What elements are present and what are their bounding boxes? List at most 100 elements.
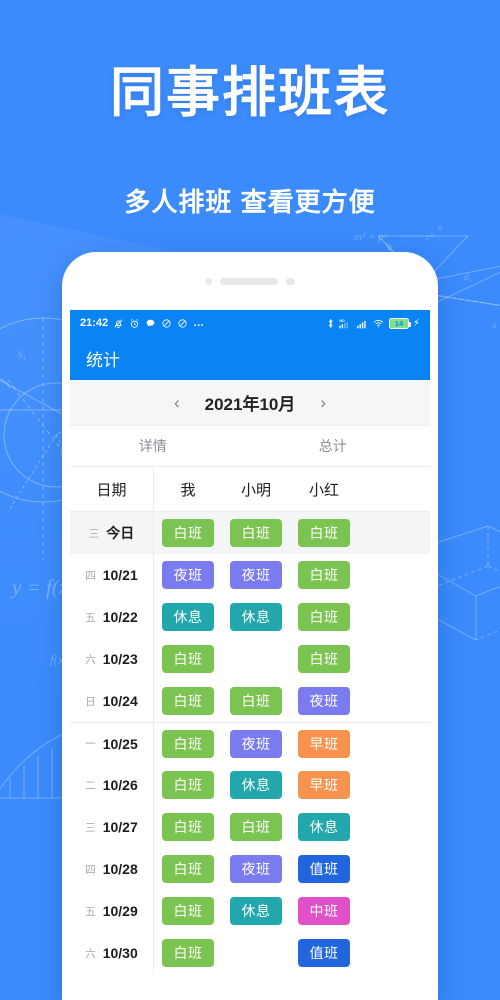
svg-text:HD: HD — [339, 319, 345, 323]
shift-badge[interactable]: 夜班 — [230, 561, 282, 589]
table-row[interactable]: 一 10/25 白班 夜班 早班 — [70, 722, 430, 764]
table-row[interactable]: 五 10/29 白班 休息 中班 — [70, 890, 430, 932]
shift-badge[interactable]: 白班 — [162, 645, 214, 673]
cell-shift[interactable]: 值班 — [290, 855, 358, 883]
table-header: 日期 我 小明 小红 — [70, 466, 430, 512]
table-row[interactable]: 六 10/23 白班 白班 — [70, 638, 430, 680]
shift-badge[interactable]: 夜班 — [230, 855, 282, 883]
shift-badge[interactable]: 白班 — [162, 729, 214, 758]
cell-shift[interactable]: 夜班 — [154, 561, 222, 589]
cell-shift[interactable]: 白班 — [154, 645, 222, 673]
shift-badge[interactable]: 白班 — [298, 561, 350, 589]
table-row[interactable]: 三 10/27 白班 白班 休息 — [70, 806, 430, 848]
cell-shift[interactable]: 白班 — [154, 897, 222, 925]
cell-shift[interactable]: 白班 — [290, 603, 358, 631]
shift-badge[interactable]: 休息 — [230, 771, 282, 799]
weekday-label: 四 — [85, 569, 96, 582]
no-entry-icon — [177, 318, 188, 329]
cell-shift[interactable]: 夜班 — [222, 855, 290, 883]
shift-badge[interactable]: 白班 — [298, 645, 350, 673]
cell-shift[interactable]: 白班 — [154, 813, 222, 841]
shift-badge[interactable]: 白班 — [162, 939, 214, 967]
cell-shift[interactable]: 白班 — [154, 855, 222, 883]
shift-badge[interactable]: 白班 — [298, 519, 350, 547]
cell-shift[interactable]: 白班 — [222, 519, 290, 547]
status-time: 21:42 — [80, 317, 109, 329]
shift-badge[interactable]: 夜班 — [230, 729, 282, 758]
cell-shift[interactable]: 夜班 — [222, 561, 290, 589]
cell-date: 六 10/23 — [70, 638, 154, 680]
shift-badge[interactable]: 白班 — [162, 519, 214, 547]
table-row[interactable]: 四 10/21 夜班 夜班 白班 — [70, 554, 430, 596]
tab-total[interactable]: 总计 — [236, 436, 430, 456]
shift-badge-empty — [230, 645, 282, 673]
cell-shift[interactable]: 休息 — [154, 603, 222, 631]
cell-shift[interactable]: 早班 — [290, 771, 358, 799]
shift-badge[interactable]: 白班 — [162, 813, 214, 841]
cell-shift[interactable]: 中班 — [290, 897, 358, 925]
cell-shift[interactable]: 休息 — [222, 771, 290, 799]
shift-badge[interactable]: 白班 — [162, 855, 214, 883]
table-row[interactable]: 五 10/22 休息 休息 白班 — [70, 596, 430, 638]
table-row[interactable]: 日 10/24 白班 白班 夜班 — [70, 680, 430, 722]
shift-badge[interactable]: 白班 — [162, 687, 214, 715]
shift-badge[interactable]: 白班 — [230, 519, 282, 547]
shift-badge[interactable]: 白班 — [230, 687, 282, 715]
date-label: 10/30 — [102, 945, 138, 961]
cell-shift[interactable] — [222, 939, 290, 967]
cell-shift[interactable]: 白班 — [154, 729, 222, 758]
no-entry-icon — [161, 318, 172, 329]
prev-month-button[interactable]: ‹ — [169, 391, 185, 415]
cell-shift[interactable]: 白班 — [290, 561, 358, 589]
cell-shift[interactable]: 休息 — [222, 897, 290, 925]
shift-badge[interactable]: 夜班 — [298, 687, 350, 715]
cell-shift[interactable]: 休息 — [222, 603, 290, 631]
cell-shift[interactable]: 值班 — [290, 939, 358, 967]
date-label: 10/23 — [102, 651, 138, 667]
page-subtitle: 多人排班 查看更方便 — [124, 187, 376, 217]
shift-badge[interactable]: 白班 — [298, 603, 350, 631]
shift-badge[interactable]: 休息 — [230, 603, 282, 631]
shift-badge[interactable]: 夜班 — [162, 561, 214, 589]
table-row[interactable]: 六 10/30 白班 值班 — [70, 932, 430, 974]
weekday-label: 一 — [85, 738, 96, 750]
cell-shift[interactable]: 夜班 — [290, 687, 358, 715]
cell-shift[interactable]: 白班 — [222, 813, 290, 841]
cell-shift[interactable]: 早班 — [290, 729, 358, 758]
svg-text:d₁: d₁ — [464, 272, 472, 282]
shift-badge[interactable]: 早班 — [298, 771, 350, 799]
svg-text:b: b — [388, 242, 393, 252]
cell-date: 二 10/26 — [70, 764, 154, 806]
cell-shift[interactable]: 白班 — [154, 939, 222, 967]
shift-badge[interactable]: 值班 — [298, 939, 350, 967]
table-row[interactable]: 二 10/26 白班 休息 早班 — [70, 764, 430, 806]
cell-shift[interactable] — [222, 645, 290, 673]
table-row[interactable]: 四 10/28 白班 夜班 值班 — [70, 848, 430, 890]
status-bar: 21:42 … HD 14 ⚡ — [70, 310, 430, 336]
shift-badge[interactable]: 值班 — [298, 855, 350, 883]
table-row[interactable]: 三今日 白班 白班 白班 — [70, 512, 430, 554]
cell-shift[interactable]: 白班 — [154, 771, 222, 799]
cell-shift[interactable]: 夜班 — [222, 729, 290, 758]
shift-badge[interactable]: 休息 — [230, 897, 282, 925]
next-month-button[interactable]: › — [315, 391, 331, 415]
shift-badge[interactable]: 中班 — [298, 897, 350, 925]
cell-shift[interactable]: 白班 — [154, 687, 222, 715]
battery-icon: 14 — [388, 317, 412, 329]
cell-shift[interactable]: 白班 — [222, 687, 290, 715]
phone-mockup: 21:42 … HD 14 ⚡ 统计 ‹ 2021年10月 › 详情 总计 日期… — [62, 252, 438, 1000]
shift-badge[interactable]: 白班 — [162, 771, 214, 799]
cell-shift[interactable]: 白班 — [290, 645, 358, 673]
shift-badge[interactable]: 白班 — [230, 813, 282, 841]
battery-level: 14 — [389, 318, 408, 328]
shift-badge[interactable]: 白班 — [162, 897, 214, 925]
shift-badge[interactable]: 休息 — [298, 813, 350, 841]
current-month-label: 2021年10月 — [204, 395, 296, 414]
schedule-table-body: 三今日 白班 白班 白班四 10/21 夜班 夜班 白班五 10/22 休息 休息 白班六 10/23 白… — [70, 512, 430, 974]
shift-badge[interactable]: 休息 — [162, 603, 214, 631]
shift-badge[interactable]: 早班 — [298, 729, 350, 758]
cell-shift[interactable]: 休息 — [290, 813, 358, 841]
cell-shift[interactable]: 白班 — [290, 519, 358, 547]
tab-details[interactable]: 详情 — [70, 436, 236, 456]
cell-shift[interactable]: 白班 — [154, 519, 222, 547]
